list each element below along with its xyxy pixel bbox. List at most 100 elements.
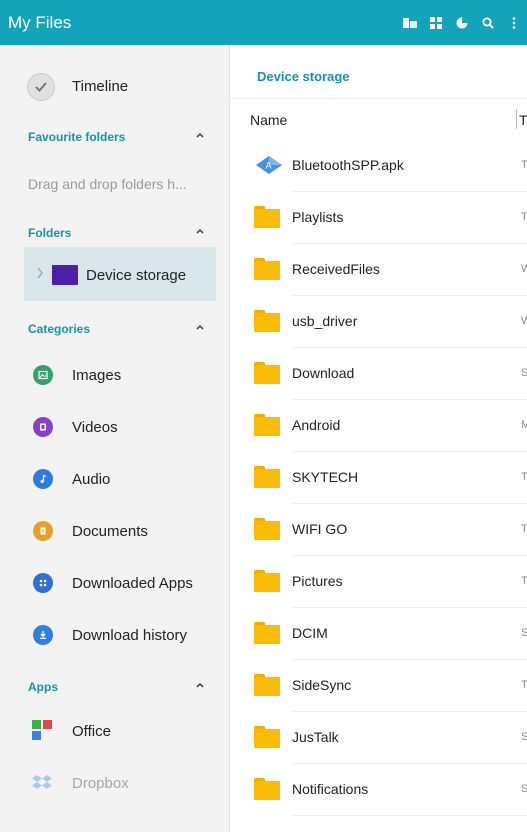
favourite-folders-section[interactable]: Favourite folders: [0, 122, 216, 152]
file-name: Playlists: [292, 209, 344, 225]
sidebar-item-label: Videos: [72, 419, 118, 436]
section-title: Categories: [28, 322, 91, 336]
file-meta: T: [521, 159, 527, 171]
app-bar-actions: [397, 0, 527, 45]
sidebar-item-label: Dropbox: [72, 775, 129, 792]
folder-icon: [254, 206, 280, 228]
sidebar-item-timeline[interactable]: Timeline: [0, 70, 216, 104]
apk-file-icon: A: [254, 154, 282, 176]
more-options-icon[interactable]: [501, 0, 527, 45]
storage-usage-icon[interactable]: [397, 0, 423, 45]
dropbox-icon: [32, 773, 52, 793]
sidebar-item-dropbox[interactable]: Dropbox: [0, 770, 216, 796]
folder-icon: [254, 570, 280, 592]
section-title: Favourite folders: [28, 130, 126, 144]
folder-icon: [254, 622, 280, 644]
file-meta: S: [521, 627, 527, 639]
chevron-right-icon[interactable]: [36, 267, 44, 279]
apps-section[interactable]: Apps: [0, 672, 216, 702]
sidebar-item-images[interactable]: Images: [0, 362, 216, 388]
file-row[interactable]: A BluetoothSPP.apk T: [230, 140, 527, 192]
grid-view-icon[interactable]: [423, 0, 449, 45]
device-storage-icon: [52, 265, 78, 285]
file-meta: T: [521, 679, 527, 691]
file-name: Pictures: [292, 573, 343, 589]
folder-icon: [254, 466, 280, 488]
file-row[interactable]: JusTalk S: [230, 712, 527, 764]
file-name: ReceivedFiles: [292, 261, 380, 277]
row-divider: [292, 815, 527, 816]
file-row[interactable]: WIFI GO T: [230, 504, 527, 556]
sidebar-item-label: Images: [72, 367, 122, 384]
folder-icon: [254, 674, 280, 696]
timeline-icon: [27, 73, 55, 101]
file-row[interactable]: DCIM S: [230, 608, 527, 660]
app-title: My Files: [8, 12, 72, 32]
file-name: DCIM: [292, 625, 328, 641]
folders-section[interactable]: Folders: [0, 218, 216, 248]
file-row[interactable]: Pictures T: [230, 556, 527, 608]
sidebar-item-office[interactable]: Office: [0, 716, 216, 744]
pie-chart-icon[interactable]: [449, 0, 475, 45]
app-bar: My Files: [0, 0, 527, 45]
downloaded-apps-icon: [33, 573, 53, 593]
column-header-type[interactable]: T: [519, 112, 527, 128]
sidebar-item-audio[interactable]: Audio: [0, 466, 216, 492]
download-history-icon: [33, 625, 53, 645]
videos-icon: [33, 417, 53, 437]
sidebar-item-label: Documents: [72, 523, 148, 540]
breadcrumb-divider: [230, 98, 527, 99]
file-row[interactable]: SideSync T: [230, 660, 527, 712]
column-header-name[interactable]: Name: [250, 112, 287, 128]
sidebar-item-device-storage[interactable]: Device storage: [24, 247, 216, 301]
folder-icon: [254, 518, 280, 540]
sidebar-item-label: Device storage: [86, 267, 187, 284]
svg-text:A: A: [266, 162, 273, 172]
file-meta: S: [521, 367, 527, 379]
sidebar-item-videos[interactable]: Videos: [0, 414, 216, 440]
search-icon[interactable]: [475, 0, 501, 45]
office-icon: [31, 719, 53, 741]
file-meta: T: [521, 211, 527, 223]
file-list-panel: Device storage Name T A BluetoothSPP.apk T…: [230, 45, 527, 832]
file-name: Download: [292, 365, 355, 381]
section-title: Apps: [28, 680, 58, 694]
audio-icon: [33, 469, 53, 489]
file-row[interactable]: usb_driver W: [230, 296, 527, 348]
sidebar-item-label: Office: [72, 723, 111, 740]
sidebar-item-label: Downloaded Apps: [72, 575, 193, 592]
sidebar-item-download-history[interactable]: Download history: [0, 622, 216, 648]
breadcrumb[interactable]: Device storage: [257, 69, 350, 84]
sidebar-item-downloaded-apps[interactable]: Downloaded Apps: [0, 570, 216, 596]
file-meta: W: [521, 263, 527, 275]
column-separator: [516, 109, 517, 129]
folder-icon: [254, 414, 280, 436]
file-row[interactable]: Notifications S: [230, 764, 527, 816]
file-meta: T: [521, 523, 527, 535]
folder-icon: [254, 258, 280, 280]
file-row[interactable]: SKYTECH T: [230, 452, 527, 504]
chevron-up-icon: [196, 325, 204, 330]
folder-icon: [254, 778, 280, 800]
file-name: SKYTECH: [292, 469, 359, 485]
file-name: SideSync: [292, 677, 352, 693]
file-meta: S: [521, 783, 527, 795]
file-meta: T: [521, 575, 527, 587]
file-row[interactable]: Playlists T: [230, 192, 527, 244]
file-meta: M: [521, 419, 527, 431]
sidebar-item-label: Download history: [72, 627, 188, 644]
sidebar-item-documents[interactable]: Documents: [0, 518, 216, 544]
sidebar-item-label: Audio: [72, 471, 111, 488]
file-name: JusTalk: [292, 729, 339, 745]
chevron-up-icon: [196, 229, 204, 234]
sidebar-item-label: Timeline: [72, 78, 129, 95]
file-name: Notifications: [292, 781, 369, 797]
categories-section[interactable]: Categories: [0, 314, 216, 344]
documents-icon: [33, 521, 53, 541]
folder-icon: [254, 362, 280, 384]
file-row[interactable]: Download S: [230, 348, 527, 400]
file-meta: S: [521, 731, 527, 743]
file-row[interactable]: Android M: [230, 400, 527, 452]
folder-icon: [254, 310, 280, 332]
file-row[interactable]: ReceivedFiles W: [230, 244, 527, 296]
